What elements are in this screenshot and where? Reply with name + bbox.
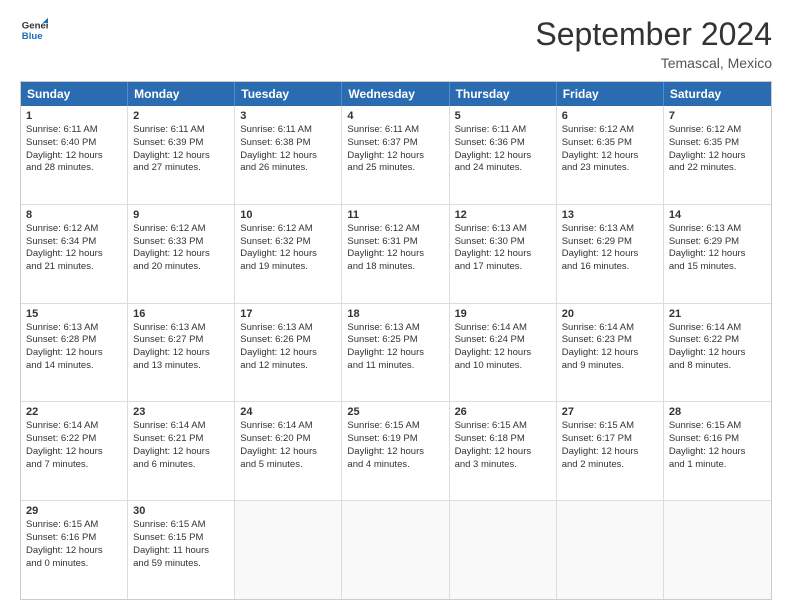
table-row: 9 Sunrise: 6:12 AM Sunset: 6:33 PM Dayli… <box>128 205 235 303</box>
table-row: 11 Sunrise: 6:12 AM Sunset: 6:31 PM Dayl… <box>342 205 449 303</box>
title-block: September 2024 Temascal, Mexico <box>535 16 772 71</box>
table-row: 4 Sunrise: 6:11 AM Sunset: 6:37 PM Dayli… <box>342 106 449 204</box>
table-row: 12 Sunrise: 6:13 AM Sunset: 6:30 PM Dayl… <box>450 205 557 303</box>
location: Temascal, Mexico <box>535 55 772 71</box>
table-row: 7 Sunrise: 6:12 AM Sunset: 6:35 PM Dayli… <box>664 106 771 204</box>
table-row <box>342 501 449 599</box>
col-wednesday: Wednesday <box>342 82 449 106</box>
table-row: 29 Sunrise: 6:15 AM Sunset: 6:16 PM Dayl… <box>21 501 128 599</box>
month-title: September 2024 <box>535 16 772 53</box>
table-row: 10 Sunrise: 6:12 AM Sunset: 6:32 PM Dayl… <box>235 205 342 303</box>
table-row: 23 Sunrise: 6:14 AM Sunset: 6:21 PM Dayl… <box>128 402 235 500</box>
week-row-3: 15 Sunrise: 6:13 AM Sunset: 6:28 PM Dayl… <box>21 304 771 403</box>
header: General Blue September 2024 Temascal, Me… <box>20 16 772 71</box>
table-row: 30 Sunrise: 6:15 AM Sunset: 6:15 PM Dayl… <box>128 501 235 599</box>
table-row: 24 Sunrise: 6:14 AM Sunset: 6:20 PM Dayl… <box>235 402 342 500</box>
table-row: 22 Sunrise: 6:14 AM Sunset: 6:22 PM Dayl… <box>21 402 128 500</box>
col-sunday: Sunday <box>21 82 128 106</box>
table-row <box>664 501 771 599</box>
logo: General Blue <box>20 16 48 44</box>
calendar-body: 1 Sunrise: 6:11 AM Sunset: 6:40 PM Dayli… <box>21 106 771 599</box>
table-row: 5 Sunrise: 6:11 AM Sunset: 6:36 PM Dayli… <box>450 106 557 204</box>
table-row: 17 Sunrise: 6:13 AM Sunset: 6:26 PM Dayl… <box>235 304 342 402</box>
table-row <box>450 501 557 599</box>
week-row-5: 29 Sunrise: 6:15 AM Sunset: 6:16 PM Dayl… <box>21 501 771 599</box>
table-row: 20 Sunrise: 6:14 AM Sunset: 6:23 PM Dayl… <box>557 304 664 402</box>
table-row: 6 Sunrise: 6:12 AM Sunset: 6:35 PM Dayli… <box>557 106 664 204</box>
table-row: 15 Sunrise: 6:13 AM Sunset: 6:28 PM Dayl… <box>21 304 128 402</box>
table-row: 18 Sunrise: 6:13 AM Sunset: 6:25 PM Dayl… <box>342 304 449 402</box>
table-row <box>235 501 342 599</box>
week-row-1: 1 Sunrise: 6:11 AM Sunset: 6:40 PM Dayli… <box>21 106 771 205</box>
table-row: 2 Sunrise: 6:11 AM Sunset: 6:39 PM Dayli… <box>128 106 235 204</box>
table-row: 26 Sunrise: 6:15 AM Sunset: 6:18 PM Dayl… <box>450 402 557 500</box>
table-row: 13 Sunrise: 6:13 AM Sunset: 6:29 PM Dayl… <box>557 205 664 303</box>
table-row: 14 Sunrise: 6:13 AM Sunset: 6:29 PM Dayl… <box>664 205 771 303</box>
table-row: 1 Sunrise: 6:11 AM Sunset: 6:40 PM Dayli… <box>21 106 128 204</box>
page: General Blue September 2024 Temascal, Me… <box>0 0 792 612</box>
week-row-4: 22 Sunrise: 6:14 AM Sunset: 6:22 PM Dayl… <box>21 402 771 501</box>
table-row: 21 Sunrise: 6:14 AM Sunset: 6:22 PM Dayl… <box>664 304 771 402</box>
table-row: 8 Sunrise: 6:12 AM Sunset: 6:34 PM Dayli… <box>21 205 128 303</box>
table-row: 19 Sunrise: 6:14 AM Sunset: 6:24 PM Dayl… <box>450 304 557 402</box>
table-row: 25 Sunrise: 6:15 AM Sunset: 6:19 PM Dayl… <box>342 402 449 500</box>
col-monday: Monday <box>128 82 235 106</box>
table-row: 28 Sunrise: 6:15 AM Sunset: 6:16 PM Dayl… <box>664 402 771 500</box>
table-row: 3 Sunrise: 6:11 AM Sunset: 6:38 PM Dayli… <box>235 106 342 204</box>
logo-icon: General Blue <box>20 16 48 44</box>
col-tuesday: Tuesday <box>235 82 342 106</box>
col-friday: Friday <box>557 82 664 106</box>
table-row <box>557 501 664 599</box>
calendar: Sunday Monday Tuesday Wednesday Thursday… <box>20 81 772 600</box>
table-row: 27 Sunrise: 6:15 AM Sunset: 6:17 PM Dayl… <box>557 402 664 500</box>
col-saturday: Saturday <box>664 82 771 106</box>
svg-text:Blue: Blue <box>22 31 43 42</box>
week-row-2: 8 Sunrise: 6:12 AM Sunset: 6:34 PM Dayli… <box>21 205 771 304</box>
calendar-header: Sunday Monday Tuesday Wednesday Thursday… <box>21 82 771 106</box>
table-row: 16 Sunrise: 6:13 AM Sunset: 6:27 PM Dayl… <box>128 304 235 402</box>
col-thursday: Thursday <box>450 82 557 106</box>
